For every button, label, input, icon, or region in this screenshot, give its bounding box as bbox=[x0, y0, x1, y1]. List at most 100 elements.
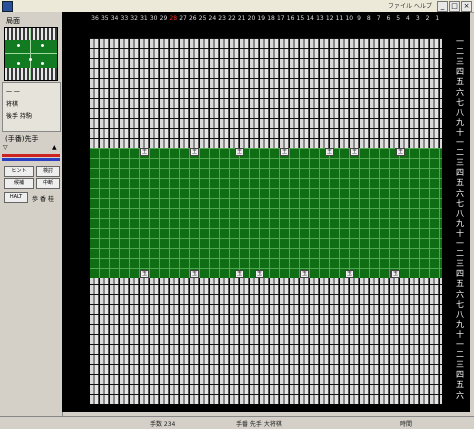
column-header: 20 bbox=[247, 15, 256, 22]
rank-label: 一 bbox=[456, 239, 464, 248]
info-panel: 一 一 将棋 後手 持駒 bbox=[2, 82, 61, 132]
rank-label: 三 bbox=[456, 158, 464, 168]
rank-label: 二 bbox=[456, 148, 464, 158]
rank-label: 四 bbox=[456, 168, 464, 178]
hint-button[interactable]: ヒント bbox=[4, 166, 34, 177]
column-header: 4 bbox=[406, 15, 410, 22]
top-marker[interactable]: 王 bbox=[325, 148, 334, 156]
bottom-marker[interactable]: 玉 bbox=[235, 270, 244, 278]
empty-field-zone[interactable] bbox=[90, 148, 442, 278]
rank-label: 五 bbox=[456, 178, 464, 188]
top-marker[interactable]: 王 bbox=[140, 148, 149, 156]
minimap-bottom-band bbox=[5, 68, 57, 80]
status-bar: 手数 234 手番 先手 大将棋 時間 bbox=[0, 416, 474, 429]
minimap-marker bbox=[17, 62, 20, 65]
info-line: 将棋 bbox=[6, 101, 19, 108]
info-line: 後手 持駒 bbox=[6, 113, 32, 120]
rank-label: 九 bbox=[456, 117, 464, 127]
column-header: 34 bbox=[110, 15, 119, 22]
bottom-marker[interactable]: 玉 bbox=[255, 270, 264, 278]
rank-label: 十 bbox=[456, 127, 464, 137]
bottom-marker[interactable]: 玉 bbox=[345, 270, 354, 278]
board-minimap[interactable] bbox=[4, 27, 58, 81]
minimize-button[interactable]: _ bbox=[437, 1, 448, 12]
rank-label: 六 bbox=[456, 390, 464, 400]
piece-glyph[interactable]: 歩 bbox=[32, 194, 38, 203]
maximize-button[interactable]: □ bbox=[449, 1, 460, 12]
column-header: 22 bbox=[228, 15, 236, 22]
top-marker[interactable]: 王 bbox=[280, 148, 289, 156]
rank-label: 一 bbox=[456, 340, 464, 349]
rank-label: 三 bbox=[456, 259, 464, 269]
column-header: 2 bbox=[425, 15, 430, 22]
column-header: 24 bbox=[208, 15, 217, 22]
bottom-marker[interactable]: 玉 bbox=[300, 270, 309, 278]
game-board[interactable]: 王王王王王王王王玉玉玉玉玉玉玉玉 bbox=[90, 38, 442, 404]
piece-glyph[interactable]: 桂 bbox=[48, 194, 54, 203]
rank-label: 五 bbox=[456, 380, 464, 390]
column-header: 27 bbox=[179, 15, 187, 22]
rank-label: 八 bbox=[456, 309, 464, 319]
column-header: 6 bbox=[386, 15, 391, 22]
top-marker[interactable]: 王 bbox=[190, 148, 199, 156]
rank-label: 四 bbox=[456, 67, 464, 77]
player-pieces-zone[interactable] bbox=[90, 278, 442, 404]
column-header: 3 bbox=[415, 15, 420, 22]
rank-label: 六 bbox=[456, 188, 464, 198]
minimap-marker bbox=[41, 44, 44, 47]
rank-label: 十 bbox=[456, 329, 464, 339]
opponent-pieces-zone[interactable] bbox=[90, 38, 442, 148]
column-header: 21 bbox=[237, 15, 246, 22]
column-header: 36 bbox=[91, 15, 99, 22]
rank-label: 三 bbox=[456, 57, 464, 67]
status-turn: 手番 先手 大将棋 bbox=[236, 421, 282, 428]
column-header: 13 bbox=[316, 15, 324, 22]
candidate-button[interactable]: 候補 bbox=[4, 178, 34, 189]
rank-label: 六 bbox=[456, 289, 464, 299]
bottom-marker[interactable]: 玉 bbox=[190, 270, 199, 278]
column-header: 9 bbox=[357, 15, 361, 22]
column-header: 35 bbox=[100, 15, 109, 22]
close-button[interactable]: × bbox=[461, 1, 472, 12]
arrow-up-icon[interactable]: ▲ bbox=[52, 144, 57, 151]
top-marker[interactable]: 王 bbox=[396, 148, 405, 156]
status-move-count: 手数 234 bbox=[150, 421, 176, 428]
rank-label: 七 bbox=[456, 97, 464, 107]
interrupt-button[interactable]: 中断 bbox=[36, 178, 60, 189]
column-header: 23 bbox=[218, 15, 226, 22]
arrow-down-icon[interactable]: ▽ bbox=[3, 144, 8, 151]
rank-label: 六 bbox=[456, 87, 464, 97]
rank-label: 五 bbox=[456, 279, 464, 289]
rank-label: 一 bbox=[456, 138, 464, 147]
minimap-top-band bbox=[5, 28, 57, 40]
rank-label: 四 bbox=[456, 370, 464, 380]
column-header: 5 bbox=[396, 15, 401, 22]
column-header: 25 bbox=[198, 15, 207, 22]
rank-label: 九 bbox=[456, 319, 464, 329]
info-line: 一 一 bbox=[6, 89, 20, 96]
rank-label: 七 bbox=[456, 198, 464, 208]
top-marker[interactable]: 王 bbox=[350, 148, 359, 156]
rank-label: 九 bbox=[456, 218, 464, 228]
column-header: 18 bbox=[267, 15, 275, 22]
app-icon bbox=[2, 1, 13, 12]
rank-column: 一二三四五六七八九十一二三四五六七八九十一二三四五六七八九十一二三四五六 bbox=[450, 38, 470, 404]
halt-button[interactable]: HALT bbox=[4, 192, 28, 203]
bottom-marker[interactable]: 玉 bbox=[140, 270, 149, 278]
rank-label: 三 bbox=[456, 360, 464, 370]
column-header: 11 bbox=[335, 15, 344, 22]
piece-glyph[interactable]: 香 bbox=[40, 194, 46, 203]
column-header: 19 bbox=[257, 15, 266, 22]
bottom-marker[interactable]: 玉 bbox=[391, 270, 400, 278]
menu-text[interactable]: ファイル ヘルプ bbox=[388, 1, 432, 10]
top-marker[interactable]: 王 bbox=[235, 148, 244, 156]
minimap-marker bbox=[29, 58, 32, 61]
column-header: 8 bbox=[366, 15, 371, 22]
column-header: 31 bbox=[140, 15, 148, 22]
status-time: 時間 bbox=[400, 421, 413, 428]
analyze-button[interactable]: 検討 bbox=[36, 166, 60, 177]
rank-label: 八 bbox=[456, 107, 464, 117]
minimap-vline bbox=[30, 28, 31, 80]
column-header: 12 bbox=[325, 15, 334, 22]
minimap-marker bbox=[17, 44, 20, 47]
